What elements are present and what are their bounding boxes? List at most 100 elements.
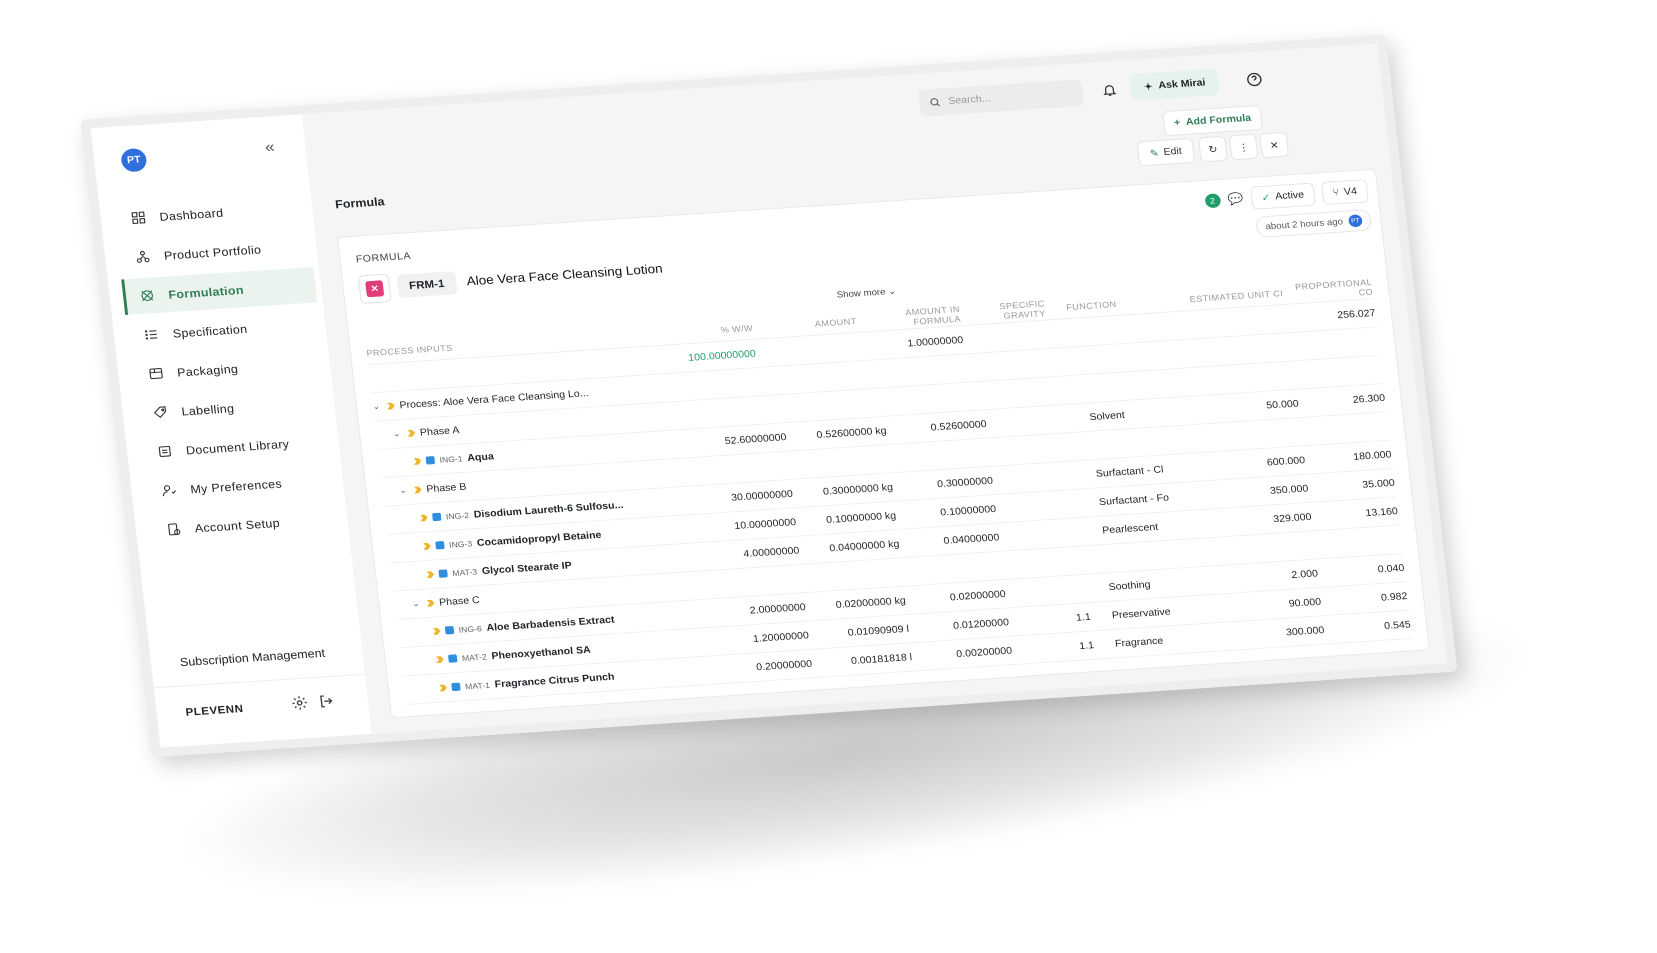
add-formula-button[interactable]: + Add Formula	[1162, 104, 1263, 137]
col-pct-ww[interactable]: % W/W	[649, 323, 753, 340]
row-specific-gravity: 1.1	[1075, 611, 1092, 623]
total-euc	[1182, 319, 1286, 326]
more-button[interactable]: ⋮	[1228, 133, 1259, 161]
row-code: ING-3	[448, 538, 473, 550]
help-icon[interactable]	[1245, 71, 1264, 88]
row-name[interactable]: Disodium Laureth-6 Sulfosu...	[473, 499, 624, 519]
material-icon	[438, 569, 448, 578]
material-tag-icon	[426, 571, 434, 579]
sidebar-item-label: Account Setup	[194, 515, 281, 535]
material-tag-icon	[420, 514, 428, 522]
material-tag-icon	[432, 627, 440, 635]
formulation-icon	[139, 288, 156, 303]
row-specific-gravity	[983, 447, 1066, 452]
row-pct: 1.20000000	[752, 629, 810, 645]
search-input[interactable]: Search...	[918, 79, 1085, 117]
avatar[interactable]: PT	[120, 147, 148, 173]
row-pct	[690, 579, 792, 586]
row-proportional-cost: 180.000	[1352, 448, 1393, 463]
col-function[interactable]: FUNCTION	[1045, 295, 1180, 314]
more-vertical-icon: ⋮	[1237, 141, 1250, 154]
row-pct	[677, 466, 779, 473]
chevron-down-icon[interactable]: ⌄	[372, 402, 383, 412]
process-tag-icon	[426, 599, 434, 607]
label-icon	[152, 405, 169, 420]
add-formula-label: Add Formula	[1185, 112, 1252, 128]
row-pct: 52.60000000	[724, 431, 788, 447]
formula-name: Aloe Vera Face Cleansing Lotion	[465, 261, 664, 289]
row-name[interactable]: Aqua	[467, 451, 495, 463]
material-tag-icon	[423, 542, 431, 550]
col-estimated-unit-cost[interactable]: ESTIMATED UNIT CI	[1179, 288, 1283, 305]
row-unit-cost: 50.000	[1265, 398, 1300, 411]
sidebar-item-account-setup[interactable]: Account Setup	[148, 501, 344, 549]
preferences-icon	[161, 483, 178, 498]
row-code: ING-2	[445, 510, 470, 521]
edit-button[interactable]: ✎ Edit	[1136, 137, 1196, 167]
row-amount-in-formula	[881, 453, 983, 460]
refresh-button[interactable]: ↻	[1198, 135, 1228, 163]
row-name[interactable]: Aloe Barbadensis Extract	[486, 614, 615, 633]
row-function: Soothing	[1108, 578, 1151, 593]
row-name[interactable]: Glycol Stearate IP	[481, 560, 572, 577]
ingredient-icon	[425, 456, 436, 465]
comment-icon[interactable]: 💬	[1227, 192, 1244, 207]
chevron-down-icon[interactable]: ⌄	[412, 599, 423, 609]
row-amount	[773, 403, 875, 410]
row-proportional-cost: 13.160	[1364, 505, 1399, 519]
row-proportional-cost: 0.545	[1383, 618, 1412, 632]
row-name[interactable]: Fragrance Citrus Punch	[494, 671, 615, 689]
row-specific-gravity	[993, 475, 1075, 480]
row-specific-gravity	[966, 363, 1051, 369]
row-amount-in-formula: 0.10000000	[939, 503, 997, 518]
row-amount: 0.52600000 kg	[815, 425, 888, 441]
status-row: 2 💬 ✓ Active ⑂ V4	[1204, 179, 1369, 213]
material-tag-icon	[439, 684, 447, 692]
comments-count-badge[interactable]: 2	[1204, 193, 1221, 209]
version-label: V4	[1343, 186, 1358, 198]
ingredient-icon	[431, 512, 442, 522]
row-amount: 0.04000000 kg	[828, 538, 900, 554]
subscription-management-link[interactable]: Subscription Management	[179, 646, 325, 669]
chevron-down-icon[interactable]: ⌄	[399, 485, 410, 495]
collapse-sidebar-icon[interactable]: «	[264, 138, 276, 157]
gear-icon[interactable]	[290, 694, 309, 711]
status-badge[interactable]: ✓ Active	[1249, 182, 1316, 210]
row-name[interactable]: Cocamidopropyl Betaine	[476, 529, 602, 548]
row-function	[1051, 354, 1185, 363]
sparkle-icon: ✦	[1143, 81, 1154, 93]
main-panel: Formula + Add Formula ✎ Edit ↻ ⋮ ✕ 2 💬 ✓…	[308, 104, 1447, 734]
logout-icon[interactable]	[317, 693, 336, 710]
row-code: MAT-2	[461, 651, 488, 663]
row-unit-cost: 329.000	[1272, 511, 1313, 525]
portfolio-icon	[134, 249, 151, 264]
row-pct: 10.00000000	[733, 516, 797, 532]
close-button[interactable]: ✕	[1259, 131, 1290, 159]
row-function: Pearlescent	[1101, 521, 1159, 536]
account-icon	[165, 522, 182, 537]
bell-icon[interactable]	[1101, 82, 1118, 97]
sidebar-item-label: Document Library	[185, 436, 290, 457]
row-name[interactable]: Phenoxyethanol SA	[491, 644, 591, 661]
row-amount-in-formula: 0.00200000	[955, 645, 1013, 660]
row-amount	[779, 459, 881, 466]
row-pct: 2.00000000	[749, 601, 807, 616]
row-function: Preservative	[1111, 606, 1172, 621]
ingredient-icon	[444, 625, 455, 635]
row-proportional-cost: 26.300	[1352, 392, 1386, 406]
version-button[interactable]: ⑂ V4	[1320, 179, 1369, 206]
dashboard-icon	[130, 210, 147, 225]
sidebar-item-label: Dashboard	[158, 205, 224, 224]
row-function: Surfactant - Cl	[1095, 463, 1164, 480]
ask-mirai-button[interactable]: ✦ Ask Mirai	[1129, 68, 1221, 101]
row-unit-cost	[1211, 545, 1313, 552]
row-amount: 0.30000000 kg	[822, 481, 894, 497]
row-proportional-cost	[1289, 341, 1379, 347]
packaging-icon	[148, 366, 165, 381]
row-unit-cost	[1192, 375, 1294, 382]
chevron-down-icon[interactable]: ⌄	[393, 429, 404, 439]
sidebar-footer: PLEVENN	[153, 673, 370, 740]
row-function	[1060, 382, 1192, 391]
ingredient-icon	[435, 541, 445, 550]
col-amount[interactable]: AMOUNT	[752, 316, 857, 333]
